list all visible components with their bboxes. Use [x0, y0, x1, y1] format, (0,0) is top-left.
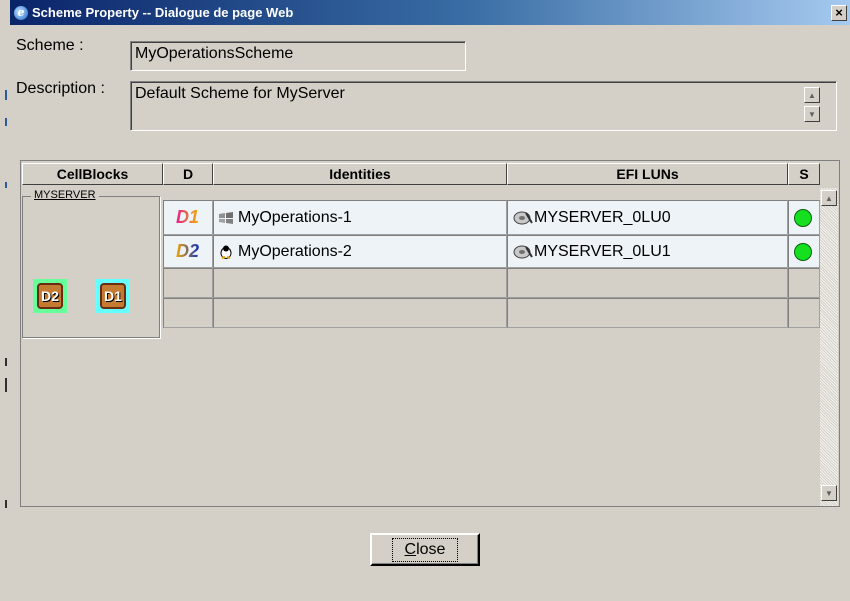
lun-disk-icon: [513, 245, 533, 258]
windows-icon: [219, 211, 233, 224]
description-scroll-up-button[interactable]: ▲: [804, 87, 820, 103]
header-cellblocks[interactable]: CellBlocks: [22, 163, 163, 185]
lun-name: MYSERVER_0LU0: [534, 208, 671, 226]
strip-mark: [5, 500, 7, 508]
table-scrollbar[interactable]: [820, 188, 838, 506]
close-window-button[interactable]: ×: [831, 4, 847, 21]
table-row-d-cell[interactable]: D1: [163, 200, 213, 235]
close-button-label: Close: [391, 537, 459, 562]
description-scroll-down-button[interactable]: ▼: [804, 106, 820, 122]
strip-mark: [5, 118, 7, 126]
internet-explorer-icon: e: [14, 5, 28, 20]
title-bar[interactable]: e Scheme Property -- Dialogue de page We…: [10, 0, 850, 25]
header-efi-luns[interactable]: EFI LUNs: [507, 163, 788, 185]
linux-icon: [220, 245, 232, 259]
table-row-empty-cell[interactable]: [788, 298, 820, 328]
status-ok-icon: [794, 242, 812, 261]
table-row-d-cell[interactable]: D2: [163, 235, 213, 268]
table-scroll-up-button[interactable]: ▲: [821, 190, 837, 206]
table-row-empty-cell[interactable]: [507, 298, 788, 328]
disk-d2-icon: D2: [176, 241, 200, 261]
strip-mark: [5, 358, 7, 366]
disk-d1-icon: D1: [176, 207, 200, 227]
table-row-status-cell[interactable]: [788, 235, 820, 268]
status-ok-icon: [794, 208, 812, 227]
window-title: Scheme Property -- Dialogue de page Web: [32, 5, 294, 20]
cellblock-d2-icon[interactable]: D2: [33, 279, 67, 313]
lun-disk-icon: [513, 211, 533, 224]
scheme-label: Scheme :: [16, 37, 84, 54]
cellblock-group-label: MYSERVER: [31, 189, 99, 201]
background-window-strip: [0, 0, 10, 601]
header-d[interactable]: D: [163, 163, 213, 185]
table-row-identity-cell[interactable]: MyOperations-2: [213, 235, 507, 268]
strip-mark: [5, 182, 7, 188]
table-row-empty-cell[interactable]: [507, 268, 788, 298]
close-button[interactable]: Close: [370, 533, 480, 566]
table-row-status-cell[interactable]: [788, 200, 820, 235]
identity-name: MyOperations-1: [238, 208, 352, 226]
table-row-lun-cell[interactable]: MYSERVER_0LU0: [507, 200, 788, 235]
description-label: Description :: [16, 80, 105, 97]
table-row-lun-cell[interactable]: MYSERVER_0LU1: [507, 235, 788, 268]
cellblock-group: MYSERVER: [22, 189, 160, 338]
description-text: Default Scheme for MyServer: [135, 85, 345, 102]
description-field[interactable]: Default Scheme for MyServer: [130, 81, 837, 131]
table-row-empty-cell[interactable]: [213, 268, 507, 298]
scheme-field[interactable]: MyOperationsScheme: [130, 41, 466, 71]
cellblock-d1-icon[interactable]: D1: [96, 279, 130, 313]
table-scroll-down-button[interactable]: ▼: [821, 485, 837, 501]
header-s[interactable]: S: [788, 163, 820, 185]
table-row-empty-cell[interactable]: [213, 298, 507, 328]
header-identities[interactable]: Identities: [213, 163, 507, 185]
strip-mark: [5, 90, 7, 100]
table-row-empty-cell[interactable]: [788, 268, 820, 298]
table-row-empty-cell[interactable]: [163, 298, 213, 328]
identity-name: MyOperations-2: [238, 242, 352, 260]
lun-name: MYSERVER_0LU1: [534, 242, 671, 260]
table-row-empty-cell[interactable]: [163, 268, 213, 298]
strip-mark: [5, 378, 7, 392]
table-row-identity-cell[interactable]: MyOperations-1: [213, 200, 507, 235]
